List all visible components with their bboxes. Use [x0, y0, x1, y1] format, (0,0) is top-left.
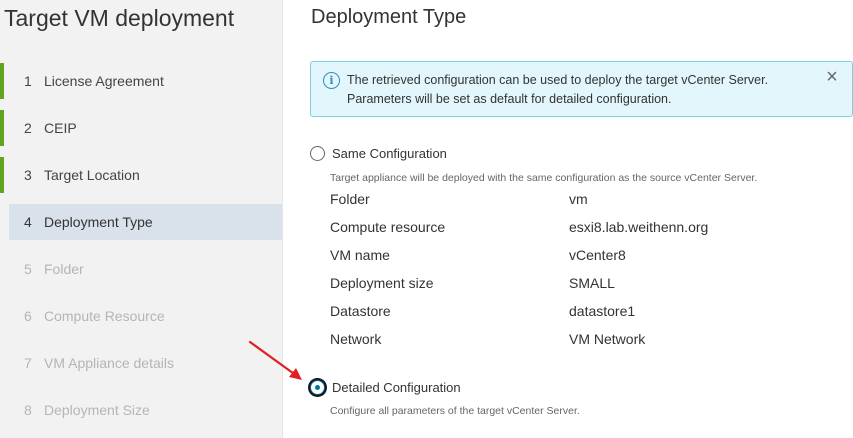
config-value-folder: vm [569, 191, 588, 207]
config-label-network: Network [330, 331, 382, 347]
wizard-sidebar: Target VM deployment 1 License Agreement… [0, 0, 283, 438]
step-number: 1 [24, 73, 32, 89]
step-number: 3 [24, 167, 32, 183]
config-label-folder: Folder [330, 191, 370, 207]
step-number: 6 [24, 308, 32, 324]
close-icon[interactable]: × [822, 67, 842, 87]
step-complete-indicator [0, 63, 4, 99]
step-number: 2 [24, 120, 32, 136]
same-configuration-label[interactable]: Same Configuration [332, 146, 447, 161]
step-deployment-type[interactable]: 4 Deployment Type [9, 204, 282, 240]
info-icon: i [323, 72, 340, 89]
info-alert: i The retrieved configuration can be use… [310, 61, 853, 117]
step-label: Target Location [44, 167, 140, 183]
step-label: Deployment Size [44, 402, 150, 418]
step-complete-indicator [0, 157, 4, 193]
step-label: License Agreement [44, 73, 164, 89]
step-number: 5 [24, 261, 32, 277]
step-ceip[interactable]: 2 CEIP [0, 110, 282, 146]
step-label: CEIP [44, 120, 77, 136]
config-label-compute-resource: Compute resource [330, 219, 446, 235]
step-target-location[interactable]: 3 Target Location [0, 157, 282, 193]
config-label-datastore: Datastore [330, 303, 391, 319]
step-number: 7 [24, 355, 32, 371]
step-compute-resource: 6 Compute Resource [0, 298, 282, 334]
alert-message: The retrieved configuration can be used … [347, 73, 769, 106]
config-value-compute-resource: esxi8.lab.weithenn.org [569, 219, 709, 235]
step-label: Folder [44, 261, 84, 277]
step-complete-indicator [0, 110, 4, 146]
step-folder: 5 Folder [0, 251, 282, 287]
step-number: 8 [24, 402, 32, 418]
config-value-vm-name: vCenter8 [569, 247, 626, 263]
step-deployment-size: 8 Deployment Size [0, 392, 282, 428]
detailed-configuration-label[interactable]: Detailed Configuration [332, 380, 461, 395]
page-title: Deployment Type [311, 6, 467, 28]
config-label-deployment-size: Deployment size [330, 275, 434, 291]
same-configuration-description: Target appliance will be deployed with t… [330, 172, 758, 184]
step-label: Deployment Type [44, 214, 153, 230]
step-license-agreement[interactable]: 1 License Agreement [0, 63, 282, 99]
annotation-arrow-icon [248, 340, 302, 380]
step-label: Compute Resource [44, 308, 165, 324]
same-configuration-radio[interactable] [310, 146, 325, 161]
config-value-deployment-size: SMALL [569, 275, 615, 291]
wizard-title: Target VM deployment [4, 5, 235, 31]
step-vm-appliance-details: 7 VM Appliance details [0, 345, 282, 381]
step-label: VM Appliance details [44, 355, 174, 371]
main-panel: Deployment Type i The retrieved configur… [283, 0, 853, 438]
step-number: 4 [24, 214, 32, 230]
config-value-datastore: datastore1 [569, 303, 636, 319]
detailed-configuration-description: Configure all parameters of the target v… [330, 405, 580, 417]
config-value-network: VM Network [569, 331, 646, 347]
detailed-configuration-radio[interactable] [310, 380, 325, 395]
config-label-vm-name: VM name [330, 247, 390, 263]
